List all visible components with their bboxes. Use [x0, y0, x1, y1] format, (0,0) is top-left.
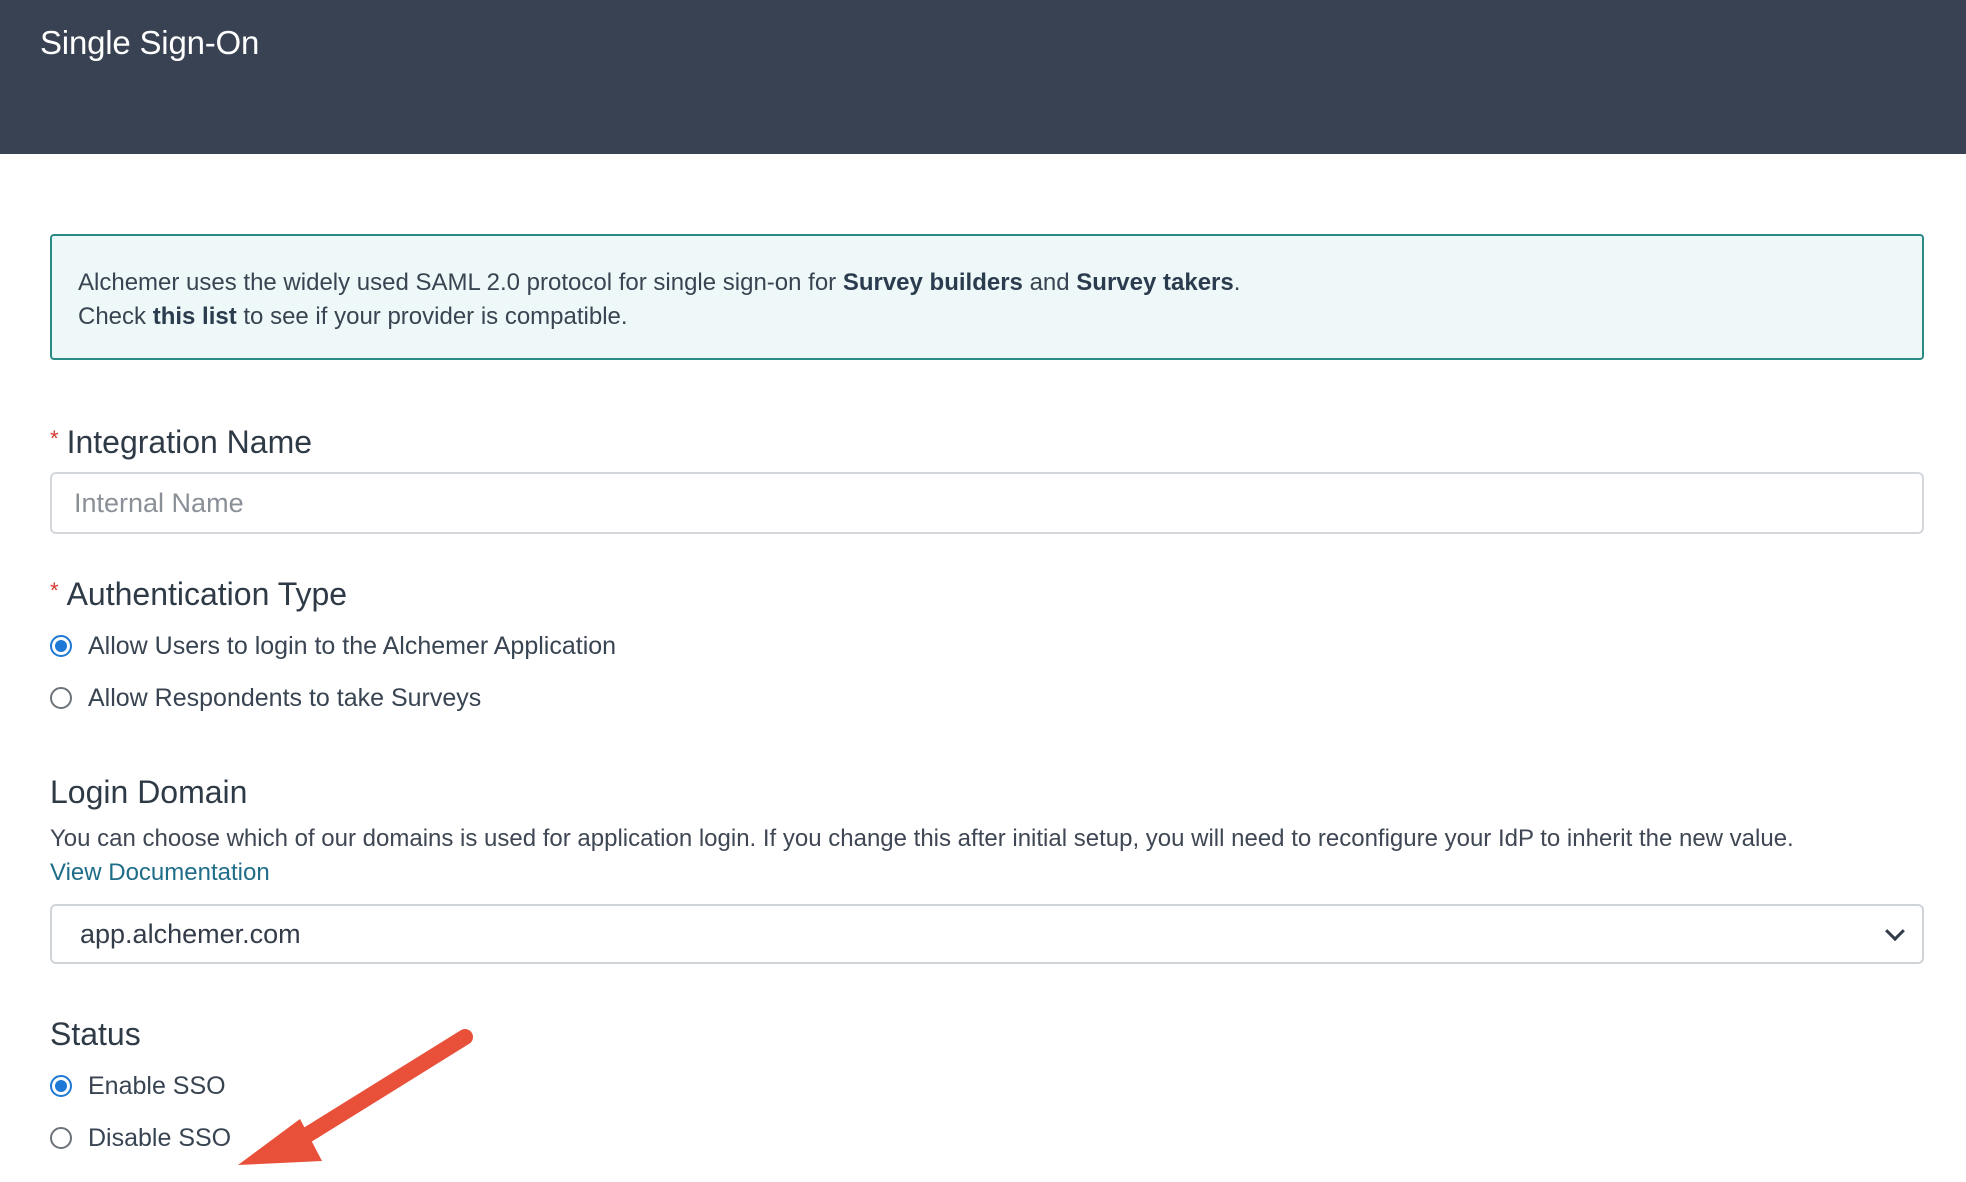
radio-label: Allow Respondents to take Surveys: [88, 683, 482, 712]
auth-option-users-login[interactable]: Allow Users to login to the Alchemer App…: [50, 620, 1924, 672]
this-list-link[interactable]: this list: [153, 303, 237, 330]
authentication-type-label-text: Authentication Type: [66, 576, 348, 612]
info-text: Alchemer uses the widely used SAML 2.0 p…: [78, 269, 843, 296]
info-text: and: [1022, 269, 1077, 296]
authentication-type-label: * Authentication Type: [50, 574, 1924, 614]
integration-name-input[interactable]: [50, 472, 1924, 534]
survey-takers-text: Survey takers: [1076, 269, 1234, 296]
integration-name-label-text: Integration Name: [66, 424, 313, 460]
top-header-bar: Single Sign-On: [0, 0, 1966, 154]
chevron-down-icon: [1885, 921, 1905, 942]
required-marker: *: [50, 426, 59, 451]
login-domain-select[interactable]: app.alchemer.com: [50, 904, 1924, 964]
radio-label: Allow Users to login to the Alchemer App…: [88, 631, 617, 660]
radio-label: Disable SSO: [88, 1123, 232, 1152]
survey-builders-text: Survey builders: [842, 269, 1023, 296]
radio-label: Enable SSO: [88, 1071, 226, 1100]
radio-button-unchecked[interactable]: [50, 1127, 72, 1149]
annotation-arrow-icon: [238, 1029, 473, 1165]
login-domain-selected-value: app.alchemer.com: [80, 918, 301, 949]
radio-button-unchecked[interactable]: [50, 687, 72, 709]
info-line-2: Check this list to see if your provider …: [78, 300, 1896, 334]
radio-button-checked[interactable]: [50, 1075, 72, 1097]
saml-info-box: Alchemer uses the widely used SAML 2.0 p…: [50, 234, 1924, 360]
info-text: .: [1233, 269, 1241, 296]
info-line-1: Alchemer uses the widely used SAML 2.0 p…: [78, 266, 1896, 300]
login-domain-help: You can choose which of our domains is u…: [50, 825, 1794, 852]
required-marker: *: [50, 578, 59, 603]
page-title: Single Sign-On: [40, 24, 260, 61]
auth-option-respondents[interactable]: Allow Respondents to take Surveys: [50, 672, 1924, 724]
info-text: to see if your provider is compatible.: [236, 303, 628, 330]
login-domain-label: Login Domain: [50, 774, 248, 810]
integration-name-label: * Integration Name: [50, 422, 1924, 462]
view-documentation-link[interactable]: View Documentation: [50, 856, 1924, 890]
radio-button-checked[interactable]: [50, 635, 72, 657]
info-text: Check: [78, 303, 153, 330]
